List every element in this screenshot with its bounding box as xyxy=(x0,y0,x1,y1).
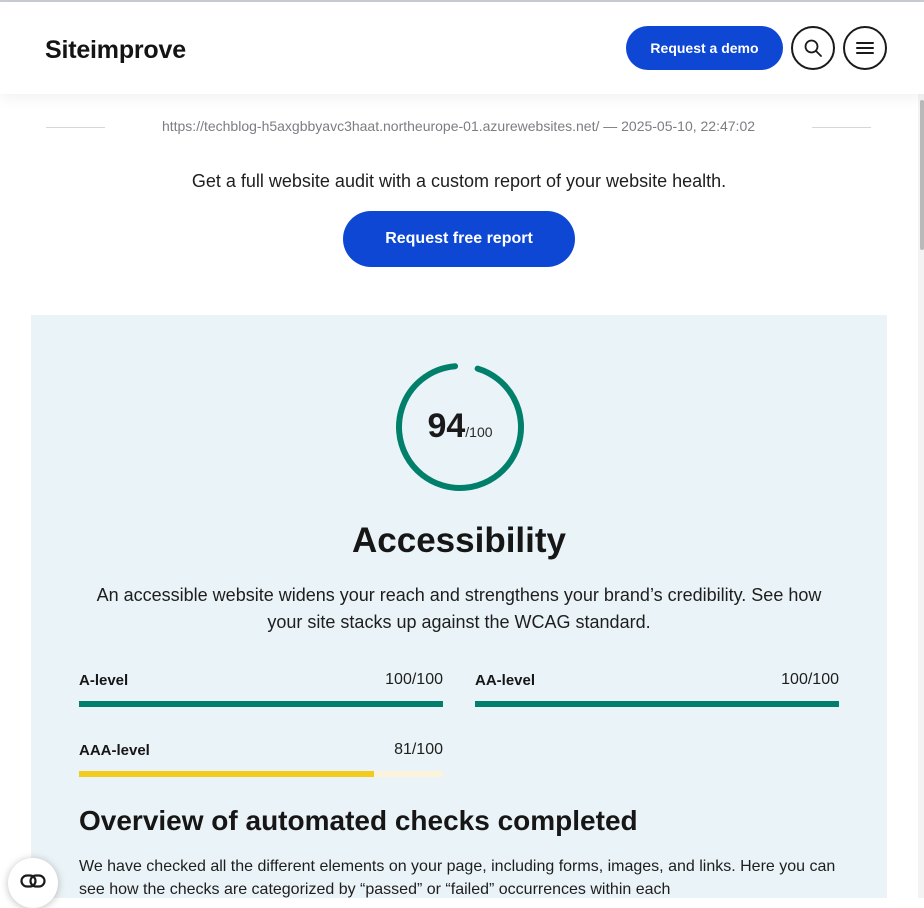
score-max: /100 xyxy=(465,424,493,440)
siteimprove-logo[interactable]: Siteimprove xyxy=(45,36,186,65)
search-icon xyxy=(804,39,822,57)
level-bar-track xyxy=(79,701,443,707)
request-free-report-button[interactable]: Request free report xyxy=(343,211,575,267)
level-score: 81/100 xyxy=(394,741,443,758)
scan-info: https://techblog-h5axgbbyavc3haat.northe… xyxy=(161,118,756,134)
level-name: AA-level xyxy=(475,671,536,689)
level-bar-fill xyxy=(79,771,374,777)
overview-title: Overview of automated checks completed xyxy=(79,805,638,836)
level-name: A-level xyxy=(79,671,129,689)
score-readout: 94/100 xyxy=(394,407,526,446)
accessibility-panel: 94/100 Accessibility An accessible websi… xyxy=(31,315,887,898)
accessibility-description: An accessible website widens your reach … xyxy=(96,585,822,632)
audit-promo-text: Get a full website audit with a custom r… xyxy=(191,171,727,191)
level-score: 100/100 xyxy=(385,671,443,688)
level-bar-fill xyxy=(79,701,443,707)
level-aa: AA-level 100/100 xyxy=(475,670,839,707)
score-value: 94 xyxy=(427,407,466,445)
level-bar-track xyxy=(79,771,443,777)
scan-meta-row: https://techblog-h5axgbbyavc3haat.northe… xyxy=(46,117,871,137)
level-bar-fill xyxy=(475,701,839,707)
search-button[interactable] xyxy=(791,26,835,70)
level-bar-track xyxy=(475,701,839,707)
hamburger-menu-icon xyxy=(856,42,874,54)
chat-button[interactable] xyxy=(8,858,58,908)
level-a: A-level 100/100 xyxy=(79,670,443,707)
overview-text: We have checked all the different elemen… xyxy=(79,858,836,898)
level-name: AAA-level xyxy=(79,741,150,759)
menu-button[interactable] xyxy=(843,26,887,70)
accessibility-title: Accessibility xyxy=(352,521,566,560)
divider xyxy=(812,126,871,128)
request-demo-button[interactable]: Request a demo xyxy=(626,26,783,70)
level-aaa: AAA-level 81/100 xyxy=(79,740,443,777)
level-score: 100/100 xyxy=(781,671,839,688)
scrollbar-thumb[interactable] xyxy=(920,100,924,250)
divider xyxy=(46,126,105,128)
chat-link-icon xyxy=(20,874,46,888)
site-header: Siteimprove Request a demo xyxy=(0,2,924,94)
